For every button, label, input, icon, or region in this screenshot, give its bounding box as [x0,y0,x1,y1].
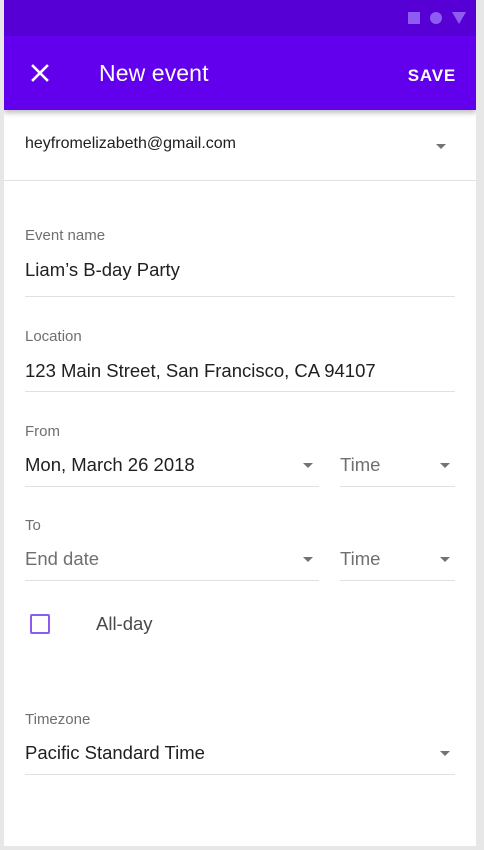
chevron-down-icon [440,463,450,468]
to-label: To [25,517,41,534]
from-date-underline [25,486,319,487]
screen: New event SAVE heyfromelizabeth@gmail.co… [4,0,476,846]
timezone-select[interactable]: Pacific Standard Time [25,742,455,775]
to-time-underline [340,580,455,581]
to-date-value: End date [25,548,100,569]
chevron-down-icon [440,751,450,756]
square-icon [408,12,420,24]
all-day-checkbox[interactable] [30,614,50,634]
chevron-down-icon [440,557,450,562]
to-time-value: Time [340,548,381,569]
from-time-value: Time [340,454,381,475]
circle-icon [430,12,442,24]
all-day-toggle[interactable]: All-day [30,613,153,635]
event-name-field[interactable]: Event name Liam’s B-day Party [25,227,455,297]
account-selector[interactable]: heyfromelizabeth@gmail.com [4,110,476,180]
status-icons [408,12,466,24]
event-name-input[interactable]: Liam’s B-day Party [25,259,180,281]
from-date-select[interactable]: Mon, March 26 2018 [25,454,319,487]
location-label: Location [25,328,82,345]
chevron-down-icon [303,557,313,562]
event-name-underline [25,296,455,297]
event-name-label: Event name [25,227,106,244]
status-bar [4,0,476,36]
from-field: From Mon, March 26 2018 Time [25,423,455,487]
divider [4,180,476,181]
location-input[interactable]: 123 Main Street, San Francisco, CA 94107 [25,360,376,382]
chevron-down-icon [436,144,446,149]
timezone-value: Pacific Standard Time [25,742,205,763]
to-date-underline [25,580,319,581]
from-time-select[interactable]: Time [340,454,455,487]
to-date-select[interactable]: End date [25,548,319,581]
close-button[interactable] [22,55,58,91]
from-time-underline [340,486,455,487]
timezone-field: Timezone Pacific Standard Time [25,711,455,775]
from-date-value: Mon, March 26 2018 [25,454,195,475]
location-underline [25,391,455,392]
close-icon [31,64,49,82]
timezone-underline [25,774,455,775]
account-email: heyfromelizabeth@gmail.com [25,135,236,152]
triangle-icon [452,12,466,24]
chevron-down-icon [303,463,313,468]
location-field[interactable]: Location 123 Main Street, San Francisco,… [25,328,455,392]
save-button[interactable]: SAVE [408,66,456,86]
all-day-label: All-day [96,613,153,634]
to-field: To End date Time [25,517,455,581]
to-time-select[interactable]: Time [340,548,455,581]
timezone-label: Timezone [25,711,91,728]
from-label: From [25,423,60,440]
page-title: New event [99,60,209,86]
app-bar: New event SAVE [4,36,476,110]
